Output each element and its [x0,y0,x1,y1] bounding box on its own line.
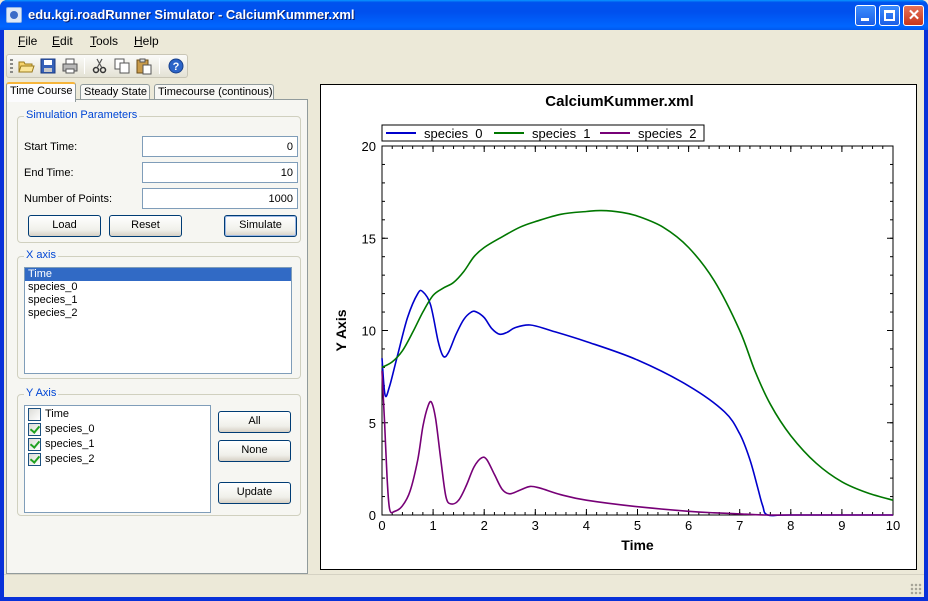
y-tick-label: 15 [362,231,376,246]
y-axis-item-label: species_2 [45,453,95,465]
start-time-label: Start Time: [24,141,78,153]
x-tick-label: 1 [429,518,436,533]
client-area: File Edit Tools Help ? Time Course Stead… [4,30,924,597]
series-line-species-1 [381,209,894,501]
y-axis-checkbox-species-0[interactable] [28,423,41,436]
x-axis-item-time[interactable]: Time [25,268,291,281]
number-of-points-input[interactable] [142,188,298,209]
simulate-button[interactable]: Simulate [224,215,297,237]
legend-label-species-2: species 2 [638,126,697,141]
tab-time-course[interactable]: Time Course [6,82,76,102]
y-axis-group: Y Axis Time species_0 species_1 species_… [17,387,301,516]
cut-icon[interactable] [91,57,109,75]
help-icon[interactable]: ? [167,57,185,75]
x-tick-label: 3 [532,518,539,533]
app-window: edu.kgi.roadRunner Simulator - CalciumKu… [0,0,928,601]
x-tick-label: 4 [583,518,590,533]
paste-icon[interactable] [135,57,153,75]
x-tick-label: 2 [481,518,488,533]
simulation-parameters-title: Simulation Parameters [24,109,140,121]
close-button[interactable]: ✕ [903,5,924,26]
y-tick-label: 20 [362,139,376,154]
chart-canvas[interactable]: 0 1 2 3 4 5 6 7 8 9 10 0 5 10 15 20 Time Y Axis species 0 s… [321,85,916,569]
y-axis-label: Y Axis [333,309,349,351]
y-tick-label: 10 [362,324,376,339]
menu-bar: File Edit Tools Help [4,30,924,52]
x-axis-title: X axis [24,249,58,261]
print-icon[interactable] [61,57,79,75]
all-button[interactable]: All [218,411,291,433]
menu-help[interactable]: Help [134,34,159,48]
copy-icon[interactable] [113,57,131,75]
title-bar[interactable]: edu.kgi.roadRunner Simulator - CalciumKu… [0,0,928,30]
x-axis-item-species-1[interactable]: species_1 [25,294,291,307]
x-axis-item-species-2[interactable]: species_2 [25,307,291,320]
end-time-label: End Time: [24,167,74,179]
y-axis-item-species-2[interactable]: species_2 [25,452,210,467]
y-axis-item-label: species_1 [45,438,95,450]
y-tick-label: 0 [369,508,376,523]
reset-button[interactable]: Reset [109,215,182,237]
x-axis-group: X axis Time species_0 species_1 species_… [17,249,301,379]
y-axis-item-label: species_0 [45,423,95,435]
svg-text:?: ? [173,61,180,73]
open-folder-icon[interactable] [17,57,35,75]
load-button[interactable]: Load [28,215,101,237]
x-axis-label: Time [621,537,654,553]
left-panel: Time Course Steady State Timecourse (con… [4,80,310,574]
menu-tools[interactable]: Tools [90,34,118,48]
y-axis-title: Y Axis [24,387,59,399]
series-line-species-2 [381,371,893,516]
toolstrip: ? [6,54,188,78]
x-tick-label: 5 [634,518,641,533]
x-tick-label: 6 [685,518,692,533]
time-course-page: Simulation Parameters Start Time: End Ti… [6,99,308,574]
menu-file[interactable]: File [18,34,37,48]
window-title: edu.kgi.roadRunner Simulator - CalciumKu… [28,7,355,22]
app-icon [6,7,22,23]
x-axis-list[interactable]: Time species_0 species_1 species_2 [24,267,292,374]
menu-edit[interactable]: Edit [52,34,73,48]
y-axis-item-time[interactable]: Time [25,407,210,422]
y-axis-checkbox-species-1[interactable] [28,438,41,451]
none-button[interactable]: None [218,440,291,462]
y-axis-checkbox-species-2[interactable] [28,453,41,466]
y-tick-label: 5 [369,416,376,431]
x-tick-label: 9 [838,518,845,533]
chart-panel: CalciumKummer.xml 0 1 2 3 4 5 6 7 8 9 10 0 5 10 15 20 Ti… [320,84,917,570]
update-button[interactable]: Update [218,482,291,504]
number-of-points-label: Number of Points: [24,193,113,205]
x-tick-label: 0 [378,518,385,533]
maximize-button[interactable] [879,5,900,26]
legend-label-species-0: species 0 [424,126,483,141]
x-tick-label: 7 [736,518,743,533]
x-tick-label: 10 [886,518,900,533]
x-tick-label: 8 [787,518,794,533]
minimize-icon [861,18,869,21]
toolbar-separator [159,58,160,74]
series-line-species-0 [381,289,893,517]
resize-grip-icon[interactable] [910,583,922,595]
save-icon[interactable] [39,57,57,75]
maximize-icon [884,10,895,21]
legend-label-species-1: species 1 [532,126,591,141]
end-time-input[interactable] [142,162,298,183]
status-bar [4,574,924,597]
simulation-parameters-group: Simulation Parameters Start Time: End Ti… [17,109,301,243]
x-axis-item-species-0[interactable]: species_0 [25,281,291,294]
close-icon: ✕ [907,7,921,24]
minimize-button[interactable] [855,5,876,26]
y-axis-item-label: Time [45,408,70,420]
start-time-input[interactable] [142,136,298,157]
y-axis-checklist[interactable]: Time species_0 species_1 species_2 [24,405,211,513]
toolbar: ? [4,52,924,78]
y-axis-item-species-1[interactable]: species_1 [25,437,210,452]
y-axis-item-species-0[interactable]: species_0 [25,422,210,437]
toolbar-grip[interactable] [10,59,13,73]
toolbar-separator [84,58,85,74]
y-axis-checkbox-time[interactable] [28,408,41,421]
